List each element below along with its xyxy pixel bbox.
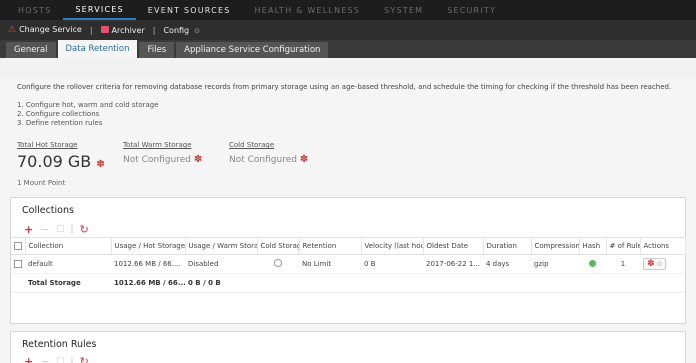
edit-icon[interactable]: ☐	[56, 357, 64, 363]
collections-toolbar: + − ☐ | ↻	[24, 223, 89, 236]
oldest-date: 2017-06-22 1...	[423, 254, 483, 274]
collection-name: default	[25, 254, 111, 274]
sitemap-icon: ⚠	[8, 25, 17, 35]
collections-title: Collections	[22, 205, 74, 216]
column-header[interactable]: # of Rules	[606, 237, 641, 255]
total-storage-row: Total Storage 1012.66 MB / 66.... 0 B / …	[11, 273, 685, 293]
page-description: Configure the rollover criteria for remo…	[17, 83, 672, 91]
column-header[interactable]: Actions	[640, 237, 686, 255]
top-nav: HOSTS SERVICES EVENT SOURCES HEALTH & WE…	[0, 0, 696, 20]
remove-icon[interactable]: −	[40, 355, 49, 363]
hot-storage-link[interactable]: Total Hot Storage	[17, 141, 77, 149]
retention-rules-panel: Retention Rules + − ☐ | ↻	[10, 331, 686, 363]
gear-icon[interactable]: ✽	[96, 159, 104, 170]
nav-hosts[interactable]: HOSTS	[6, 0, 63, 20]
add-icon[interactable]: +	[24, 223, 33, 236]
toolbar-divider: |	[70, 356, 74, 363]
tab-data-retention[interactable]: Data Retention	[57, 40, 138, 58]
total-label: Total Storage	[25, 273, 111, 293]
nav-services[interactable]: SERVICES	[63, 0, 136, 20]
data-retention-content: Configure the rollover criteria for remo…	[0, 78, 696, 363]
column-header[interactable]: Velocity (last hou	[361, 237, 424, 255]
nav-security[interactable]: SECURITY	[435, 0, 508, 20]
usage-hot: 1012.66 MB / 66....	[111, 254, 185, 274]
hot-storage-value: 70.09 GB ✽	[17, 152, 105, 171]
column-header[interactable]: Collection	[25, 237, 112, 255]
checkbox[interactable]	[14, 260, 22, 268]
gear-icon[interactable]: ✽	[194, 154, 202, 165]
toolbar-divider: |	[152, 25, 156, 35]
archiver-button[interactable]: Archiver	[100, 25, 145, 35]
actions-cell: ✽ ⊙	[640, 254, 685, 274]
row-checkbox-cell[interactable]	[11, 254, 25, 274]
cold-storage-cell	[257, 254, 299, 274]
cold-storage-link[interactable]: Cold Storage	[229, 141, 274, 149]
tab-general[interactable]: General	[6, 42, 56, 58]
column-header[interactable]: Duration	[483, 237, 532, 255]
tab-files[interactable]: Files	[139, 42, 175, 58]
cold-storage-radio[interactable]	[274, 259, 282, 267]
column-header[interactable]: Hash	[579, 237, 607, 255]
column-header[interactable]: Usage / Hot Storage	[111, 237, 186, 255]
steps-list: 1. Configure hot, warm and cold storage …	[17, 101, 159, 128]
tab-bar: General Data Retention Files Appliance S…	[0, 40, 696, 58]
cold-storage-value: Not Configured ✽	[229, 154, 309, 165]
config-dropdown[interactable]: Config ⊙	[163, 26, 200, 35]
compression: gzip	[531, 254, 579, 274]
collections-panel: Collections + − ☐ | ↻ Collection Usage /…	[10, 197, 686, 324]
usage-warm: Disabled	[185, 254, 257, 274]
velocity: 0 B	[361, 254, 423, 274]
refresh-icon[interactable]: ↻	[80, 223, 89, 236]
total-warm: 0 B / 0 B	[185, 273, 257, 293]
chevron-down-icon: ⊙	[194, 26, 201, 35]
warm-storage-link[interactable]: Total Warm Storage	[123, 141, 192, 149]
hash-cell	[579, 254, 606, 274]
retention-rules-toolbar: + − ☐ | ↻	[24, 355, 89, 363]
gear-icon[interactable]: ✽	[300, 154, 308, 165]
select-all-checkbox[interactable]	[11, 237, 26, 255]
retention: No Limit	[299, 254, 361, 274]
nav-health-wellness[interactable]: HEALTH & WELLNESS	[242, 0, 372, 20]
column-header[interactable]: Usage / Warm Storag	[185, 237, 258, 255]
archiver-icon	[100, 25, 109, 33]
checkbox[interactable]	[14, 242, 22, 250]
step-item: 2. Configure collections	[17, 110, 100, 118]
remove-icon[interactable]: −	[40, 223, 49, 236]
retention-rules-title: Retention Rules	[22, 339, 97, 350]
refresh-icon[interactable]: ↻	[80, 355, 89, 363]
column-header[interactable]: Oldest Date	[423, 237, 484, 255]
toolbar-divider: |	[70, 224, 74, 235]
duration: 4 days	[483, 254, 531, 274]
column-header[interactable]: Compression	[531, 237, 580, 255]
actions-button[interactable]: ✽ ⊙	[643, 258, 667, 270]
nav-system[interactable]: SYSTEM	[372, 0, 435, 20]
table-row[interactable]: default 1012.66 MB / 66.... Disabled No …	[11, 254, 685, 274]
warm-storage-value: Not Configured ✽	[123, 154, 203, 165]
change-service-button[interactable]: ⚠ Change Service	[8, 25, 82, 35]
tab-appliance-service-configuration[interactable]: Appliance Service Configuration	[176, 42, 329, 58]
add-icon[interactable]: +	[24, 355, 33, 363]
mount-point-count: 1 Mount Point	[17, 179, 66, 187]
edit-icon[interactable]: ☐	[56, 225, 64, 235]
service-toolbar: ⚠ Change Service | Archiver | Config ⊙	[0, 20, 696, 40]
column-header[interactable]: Cold Storag	[257, 237, 300, 255]
step-item: 1. Configure hot, warm and cold storage	[17, 101, 159, 109]
rules-count: 1	[606, 254, 640, 274]
table-header-row: Collection Usage / Hot Storage Usage / W…	[11, 237, 686, 255]
gear-icon: ✽	[647, 259, 655, 269]
collections-table: Collection Usage / Hot Storage Usage / W…	[11, 237, 686, 293]
toolbar-divider: |	[89, 25, 93, 35]
column-header[interactable]: Retention	[299, 237, 362, 255]
chevron-down-icon: ⊙	[656, 260, 663, 268]
hash-status-icon	[589, 259, 596, 267]
total-hot: 1012.66 MB / 66....	[111, 273, 185, 293]
step-item: 3. Define retention rules	[17, 119, 103, 127]
nav-event-sources[interactable]: EVENT SOURCES	[136, 0, 243, 20]
